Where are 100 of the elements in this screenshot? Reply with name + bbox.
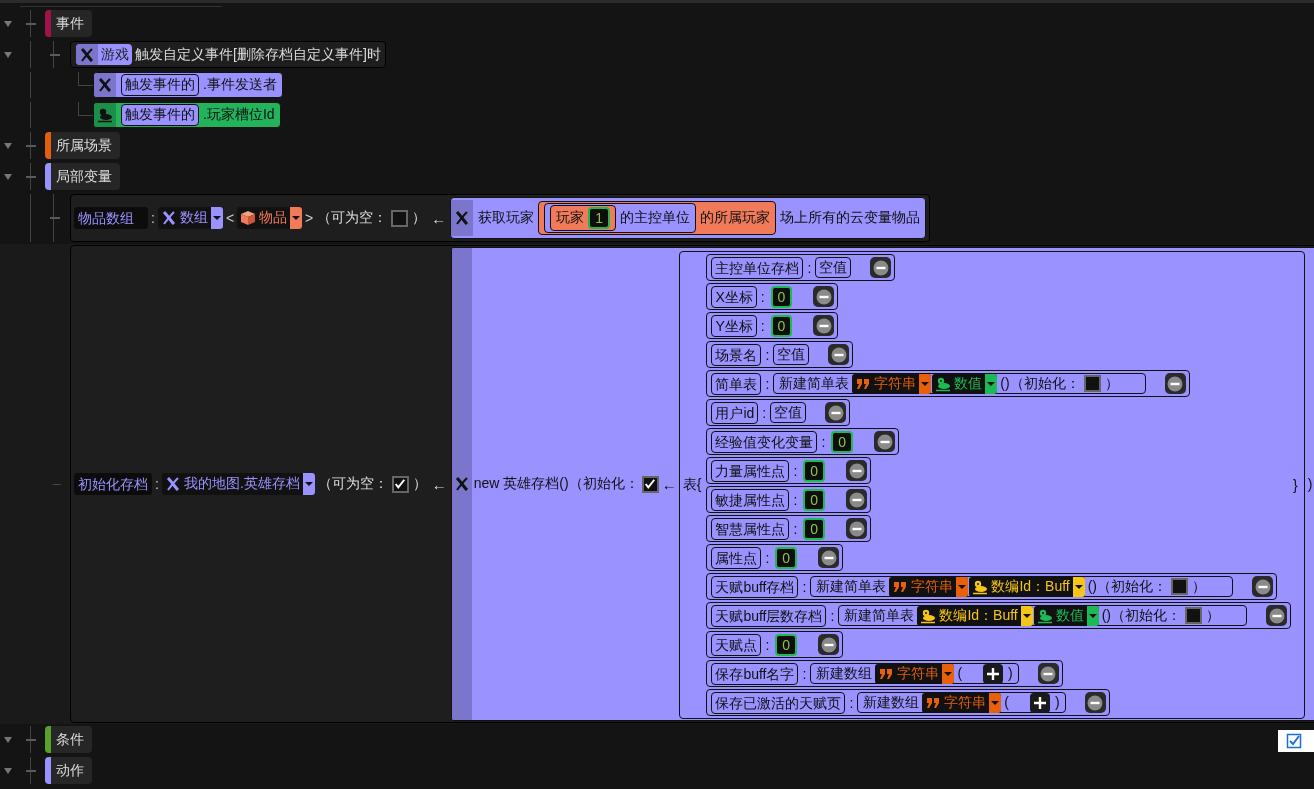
type-selector[interactable]: 我的地图.英雄存档 [161, 473, 315, 495]
dropdown-button[interactable] [956, 576, 969, 597]
dropdown-button[interactable] [210, 207, 223, 229]
expand-toggle[interactable] [4, 20, 12, 27]
arrow-text: ← [660, 475, 678, 493]
null-value: 空值 [773, 344, 810, 365]
number-field[interactable]: 0 [803, 517, 826, 540]
section-header[interactable]: 局部变量 [45, 163, 120, 190]
expand-toggle[interactable] [4, 736, 12, 743]
section-header[interactable]: 条件 [45, 726, 92, 753]
block-text: .事件发送者 [202, 76, 278, 94]
add-button[interactable] [983, 663, 1004, 684]
remove-button[interactable] [874, 431, 896, 452]
checkbox[interactable] [1083, 375, 1101, 392]
dropdown-button[interactable] [290, 207, 303, 229]
section-title: 事件 [55, 14, 85, 33]
remove-button[interactable] [846, 518, 868, 539]
dropdown-button[interactable] [919, 373, 932, 394]
section-header[interactable]: 所属场景 [45, 132, 120, 159]
field-key: 天赋buff存档 [711, 575, 799, 598]
variable-name[interactable]: 物品数组 [74, 207, 148, 229]
number-field[interactable]: 0 [770, 314, 793, 337]
block-text: ()（初始化： [1100, 606, 1183, 625]
expand-toggle[interactable] [4, 767, 12, 774]
checkbox[interactable] [391, 209, 409, 227]
section-header[interactable]: 事件 [45, 10, 92, 37]
number-field[interactable]: 0 [775, 633, 798, 656]
separator-text: : [820, 433, 827, 450]
dropdown-button[interactable] [942, 663, 955, 684]
type-selector[interactable]: 字符串 [889, 576, 969, 597]
number-field[interactable]: 0 [803, 488, 826, 511]
number-field[interactable]: 0 [803, 459, 826, 482]
dropdown-button[interactable] [302, 473, 315, 495]
expand-toggle[interactable] [4, 51, 12, 58]
separator-text: : [764, 375, 771, 392]
remove-button[interactable] [1084, 692, 1106, 713]
type-label: 字符串 [874, 374, 917, 393]
section-title: 条件 [55, 730, 85, 749]
cross-icon [97, 77, 113, 93]
type-label: 我的地图.英雄存档 [183, 475, 300, 493]
remove-button[interactable] [846, 460, 868, 481]
expand-toggle[interactable] [4, 142, 12, 149]
checkbox[interactable] [641, 475, 659, 493]
separator-text: : [764, 346, 771, 363]
remove-button[interactable] [1037, 663, 1059, 684]
variable-name[interactable]: 初始化存档 [74, 473, 152, 495]
argument-block: 触发事件的 [121, 104, 199, 126]
bracket-text: > [304, 210, 315, 226]
separator-text: : [792, 462, 799, 479]
section-header[interactable]: 动作 [45, 757, 92, 784]
type-selector[interactable]: 数编Id：Buff [969, 576, 1085, 597]
checkbox[interactable] [391, 475, 409, 493]
remove-button[interactable] [813, 286, 835, 307]
block-text: 新建简单表 [815, 577, 888, 596]
type-selector[interactable]: 数值 [932, 373, 998, 394]
dropdown-button[interactable] [1086, 605, 1099, 626]
field-key: 场景名 [711, 343, 762, 366]
dropdown-button[interactable] [985, 373, 998, 394]
frog-icon [972, 578, 989, 595]
type-selector[interactable]: 字符串 [852, 373, 932, 394]
null-value: 空值 [815, 257, 852, 278]
dropdown-button[interactable] [989, 692, 1002, 713]
type-selector[interactable]: 数编Id：Buff [917, 605, 1033, 626]
checkbox[interactable] [1185, 607, 1203, 624]
dropdown-button[interactable] [1072, 576, 1085, 597]
bracket-text: ) [1053, 693, 1061, 712]
dropdown-button[interactable] [1020, 605, 1033, 626]
number-field[interactable]: 0 [831, 430, 854, 453]
field-key: 智慧属性点 [711, 517, 790, 540]
remove-button[interactable] [1164, 373, 1186, 394]
remove-button[interactable] [818, 634, 840, 655]
checkbox-icon[interactable] [1286, 733, 1302, 749]
remove-button[interactable] [825, 402, 847, 423]
remove-button[interactable] [828, 344, 850, 365]
type-label: 物品 [259, 209, 288, 227]
add-button[interactable] [1029, 692, 1050, 713]
number-field[interactable]: 0 [770, 285, 793, 308]
remove-button[interactable] [846, 489, 868, 510]
field-key: 保存buff名字 [711, 662, 799, 685]
type-label: 字符串 [897, 664, 940, 683]
separator-text: : [764, 636, 771, 653]
number-field[interactable]: 1 [588, 207, 611, 229]
separator-text: : [792, 520, 799, 537]
remove-button[interactable] [818, 547, 840, 568]
type-label: 数组 [179, 209, 208, 227]
remove-button[interactable] [813, 315, 835, 336]
remove-button[interactable] [1266, 605, 1288, 626]
remove-button[interactable] [870, 257, 892, 278]
type-selector[interactable]: 字符串 [875, 663, 955, 684]
separator-text: : [764, 549, 771, 566]
type-selector[interactable]: 字符串 [922, 692, 1002, 713]
remove-button[interactable] [1252, 576, 1274, 597]
type-selector[interactable]: 数值 [1033, 605, 1099, 626]
type-selector[interactable]: 数组 [157, 207, 223, 229]
cross-icon [160, 210, 177, 226]
number-field[interactable]: 0 [775, 546, 798, 569]
expand-toggle[interactable] [4, 173, 12, 180]
checkbox[interactable] [1171, 578, 1189, 595]
type-selector[interactable]: 物品 [237, 207, 303, 229]
block-text: 获取玩家 [477, 209, 536, 227]
